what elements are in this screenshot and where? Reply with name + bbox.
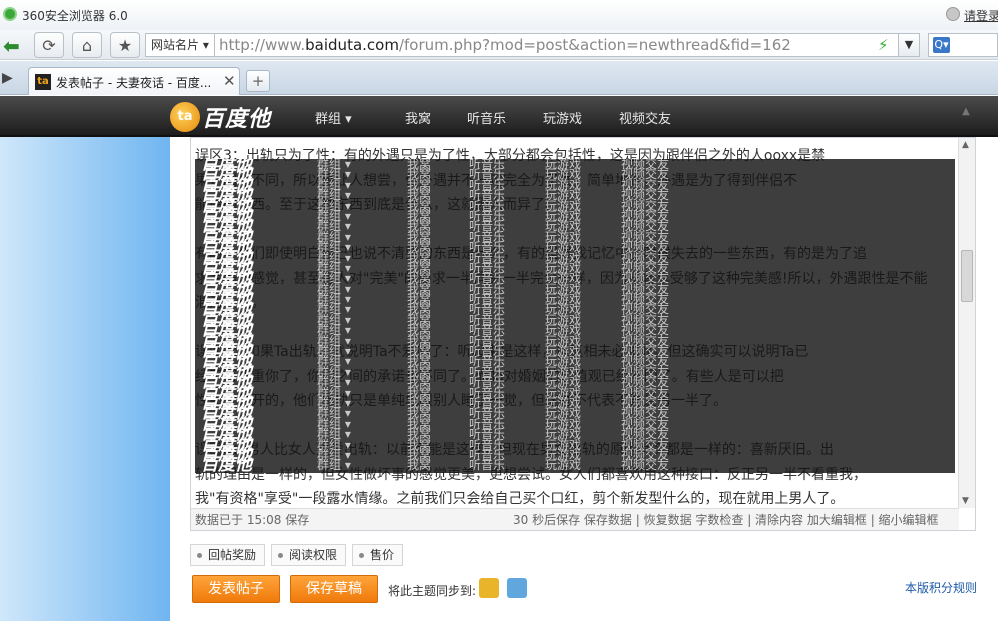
ghost-nav-item: 我窝 xyxy=(407,458,432,473)
back-arrow-icon[interactable]: ⬅ xyxy=(3,34,20,58)
browser-titlebar: 360安全浏览器 6.0 请登录 xyxy=(0,0,998,30)
sync-weibo-icon[interactable] xyxy=(479,578,499,598)
ghost-nav-item: 视频交友 xyxy=(621,458,670,473)
chevron-down-icon: ▼ xyxy=(904,38,914,51)
ghost-nav-item: 玩游戏 xyxy=(545,458,582,473)
browser-logo-icon xyxy=(3,7,17,21)
read-permission-option[interactable]: 阅读权限 xyxy=(271,544,347,566)
page-background-band xyxy=(0,96,170,621)
home-button[interactable]: ⌂ xyxy=(72,32,102,58)
site-card-menu[interactable]: 网站名片 ▾ xyxy=(145,33,215,57)
sync-label: 将此主题同步到: xyxy=(388,584,477,598)
plus-icon: + xyxy=(251,72,265,90)
browser-navbar: ⬅ ⟳ ⌂ ★ 网站名片 ▾ http://www.baiduta.com/fo… xyxy=(0,30,998,60)
editor-status-bar: 数据已于 15:08 保存 30 秒后保存 保存数据 | 恢复数据 字数检查 |… xyxy=(191,508,959,530)
url-host: baiduta.com xyxy=(305,36,399,54)
nav-item-games[interactable]: 玩游戏 xyxy=(543,108,619,127)
option-label: 售价 xyxy=(370,548,395,562)
close-icon[interactable]: ✕ xyxy=(223,72,236,90)
tab-bar: ▶ ta 发表帖子 - 夫妻夜话 - 百度... ✕ + xyxy=(0,61,998,95)
scroll-up-icon[interactable]: ▲ xyxy=(962,140,969,150)
sidebar-toggle-icon[interactable]: ▶ xyxy=(2,70,13,86)
home-icon: ⌂ xyxy=(81,35,93,55)
site-header: ta 百度他 群组 ▾ 我窝 听音乐 玩游戏 视频交友 ▲ xyxy=(0,96,998,137)
save-draft-button[interactable]: 保存草稿 xyxy=(290,575,378,603)
login-link[interactable]: 请登录 xyxy=(964,7,998,24)
option-label: 回帖奖励 xyxy=(208,548,257,562)
post-editor[interactable]: 误区3：出轨只为了性：有的外遇只是为了性，大部分都会包括性，这是因为跟伴侣之外的… xyxy=(190,137,976,531)
star-icon: ★ xyxy=(117,35,133,55)
browser-title: 360安全浏览器 6.0 xyxy=(22,9,128,23)
page-viewport: ta 百度他 群组 ▾ 我窝 听音乐 玩游戏 视频交友 ▲ 误区3：出轨只为了性… xyxy=(0,96,998,621)
url-dropdown-button[interactable]: ▼ xyxy=(898,33,920,57)
ghost-header-row: 百度他 群组 ▾ 我窝 听音乐 玩游戏 视频交友 xyxy=(195,455,955,473)
lightning-icon[interactable]: ⚡ xyxy=(878,36,889,54)
address-bar[interactable]: http://www.baiduta.com/forum.php?mod=pos… xyxy=(214,33,918,57)
price-option[interactable]: 售价 xyxy=(352,544,404,566)
autosave-status: 数据已于 15:08 保存 xyxy=(195,513,310,527)
nav-item-video-dating[interactable]: 视频交友 xyxy=(619,108,671,127)
logo-text: 百度他 xyxy=(202,107,272,132)
favorites-button[interactable]: ★ xyxy=(110,32,140,58)
render-artifact-overlay: 百度他 群组 ▾ 我窝 听音乐 玩游戏 视频交友 百度他 群组 ▾ 我窝 听音乐 玩游戏 视频交友 百度… xyxy=(195,159,955,473)
url-path: /forum.php?mod=post&action=newthread&fid… xyxy=(398,36,791,54)
site-logo[interactable]: ta 百度他 xyxy=(170,102,271,132)
url-prefix: http://www. xyxy=(219,36,306,54)
nav-item-groups[interactable]: 群组 ▾ xyxy=(315,108,405,127)
scroll-down-icon[interactable]: ▼ xyxy=(962,496,969,506)
refresh-button[interactable]: ⟳ xyxy=(34,32,64,58)
bullet-icon xyxy=(359,553,364,558)
logo-mark-icon: ta xyxy=(170,102,200,132)
option-label: 阅读权限 xyxy=(289,548,338,562)
forum-rules-link[interactable]: 本版积分规则 xyxy=(905,579,977,596)
nav-item-music[interactable]: 听音乐 xyxy=(467,108,543,127)
new-tab-button[interactable]: + xyxy=(246,70,270,92)
editor-scrollbar[interactable]: ▲ ▼ xyxy=(958,138,975,508)
site-nav: 群组 ▾ 我窝 听音乐 玩游戏 视频交友 xyxy=(315,108,671,127)
reply-reward-option[interactable]: 回帖奖励 xyxy=(190,544,266,566)
refresh-icon: ⟳ xyxy=(42,35,56,55)
user-icon[interactable] xyxy=(946,7,960,21)
page-scroll-up-icon[interactable]: ▲ xyxy=(956,106,976,136)
ghost-nav-item: 听音乐 xyxy=(469,458,506,473)
ghost-nav-item: 群组 ▾ xyxy=(317,458,351,473)
search-input[interactable]: Q▾ xyxy=(928,33,998,57)
ghost-logo-text: 百度他 xyxy=(201,455,252,473)
search-icon[interactable]: Q▾ xyxy=(933,37,950,53)
site-favicon-icon: ta xyxy=(35,74,51,90)
publish-button[interactable]: 发表帖子 xyxy=(192,575,280,603)
sync-qq-icon[interactable] xyxy=(507,578,527,598)
bullet-icon xyxy=(197,553,202,558)
editor-actions[interactable]: 30 秒后保存 保存数据 | 恢复数据 字数检查 | 清除内容 加大编辑框 | … xyxy=(513,509,939,530)
nav-item-my-nest[interactable]: 我窝 xyxy=(405,108,467,127)
ghost-nav: 群组 ▾ 我窝 听音乐 玩游戏 视频交友 xyxy=(317,458,701,472)
tab-active[interactable]: ta 发表帖子 - 夫妻夜话 - 百度... ✕ xyxy=(28,67,240,95)
scroll-thumb[interactable] xyxy=(961,250,973,302)
tab-label: 发表帖子 - 夫妻夜话 - 百度... xyxy=(56,76,212,90)
bullet-icon xyxy=(278,553,283,558)
